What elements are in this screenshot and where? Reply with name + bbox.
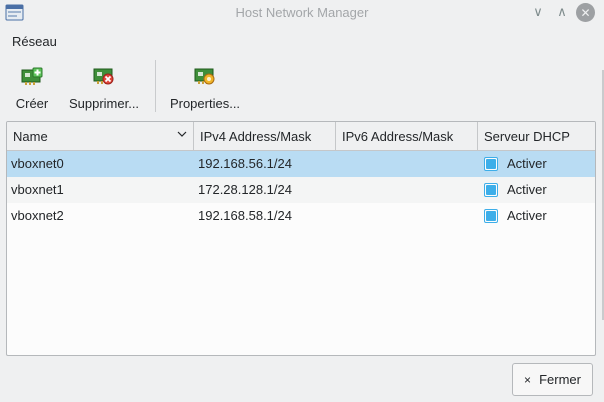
table-header: Name IPv4 Address/Mask IPv6 Address/Mask… [7, 122, 595, 151]
close-icon: × [524, 372, 532, 387]
close-button-label: Fermer [539, 372, 581, 387]
column-header-dhcp[interactable]: Serveur DHCP [478, 122, 595, 150]
dhcp-label: Activer [507, 182, 547, 197]
cell-dhcp: Activer [484, 203, 547, 229]
dhcp-checkbox[interactable] [484, 183, 498, 197]
menu-bar: Réseau [0, 30, 604, 54]
minimize-icon[interactable]: ∨ [529, 3, 547, 21]
table-row[interactable]: vboxnet0 192.168.56.1/24 Activer [7, 151, 595, 177]
column-header-name[interactable]: Name [7, 122, 194, 150]
close-window-icon[interactable]: ✕ [576, 3, 595, 22]
create-button[interactable]: Créer [10, 58, 54, 114]
column-header-name-label: Name [13, 129, 48, 144]
cell-dhcp: Activer [484, 151, 547, 177]
table-row[interactable]: vboxnet2 192.168.58.1/24 Activer [7, 203, 595, 229]
dhcp-checkbox[interactable] [484, 209, 498, 223]
cell-name: vboxnet2 [11, 208, 64, 223]
dhcp-label: Activer [507, 208, 547, 223]
remove-label: Supprimer... [68, 96, 140, 111]
cell-ipv4: 192.168.56.1/24 [198, 156, 292, 171]
dhcp-label: Activer [507, 156, 547, 171]
maximize-icon[interactable]: ∧ [553, 3, 571, 21]
close-button[interactable]: × Fermer [512, 363, 593, 396]
column-header-ipv6[interactable]: IPv6 Address/Mask [336, 122, 478, 150]
remove-button[interactable]: Supprimer... [64, 58, 144, 114]
properties-button[interactable]: Properties... [166, 58, 244, 114]
network-card-add-icon [21, 67, 43, 85]
network-card-remove-icon [93, 68, 114, 85]
cell-ipv4: 172.28.128.1/24 [198, 182, 292, 197]
cell-name: vboxnet1 [11, 182, 64, 197]
table-row[interactable]: vboxnet1 172.28.128.1/24 Activer [7, 177, 595, 203]
menu-reseau[interactable]: Réseau [5, 30, 64, 54]
create-label: Créer [15, 96, 49, 111]
properties-label: Properties... [169, 96, 241, 111]
title-bar: Host Network Manager ∨ ∧ ✕ [0, 0, 604, 26]
network-card-properties-icon [194, 68, 215, 85]
dhcp-checkbox[interactable] [484, 157, 498, 171]
column-header-ipv4[interactable]: IPv4 Address/Mask [194, 122, 336, 150]
cell-name: vboxnet0 [11, 156, 64, 171]
toolbar-separator [155, 60, 156, 112]
cell-dhcp: Activer [484, 177, 547, 203]
chevron-down-icon [177, 131, 187, 137]
toolbar: Créer Supprimer... Properties... [0, 58, 604, 116]
window-title: Host Network Manager [235, 5, 369, 20]
cell-ipv4: 192.168.58.1/24 [198, 208, 292, 223]
host-network-table[interactable]: Name IPv4 Address/Mask IPv6 Address/Mask… [6, 121, 596, 356]
